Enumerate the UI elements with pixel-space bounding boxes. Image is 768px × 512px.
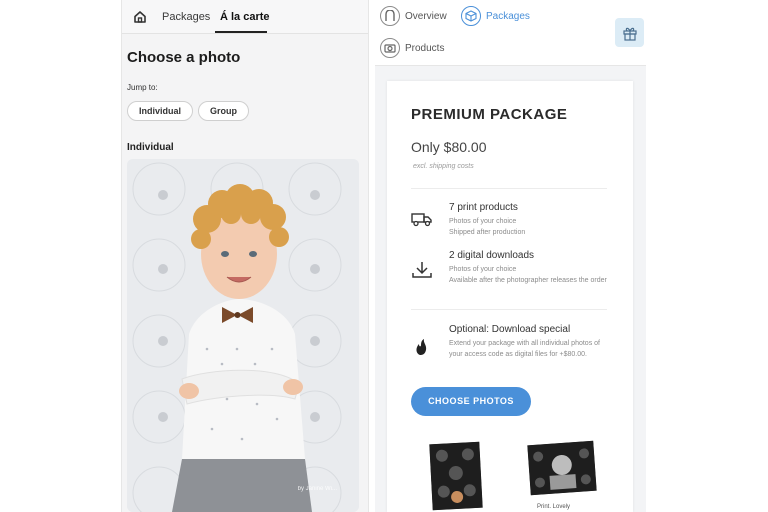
screenshot-stage: Packages Á la carte Choose a photo Jump …: [0, 0, 768, 512]
top-navigation: Overview Packages Products: [375, 0, 646, 66]
page-title: Choose a photo: [127, 49, 241, 66]
gift-button[interactable]: [615, 18, 644, 47]
download-icon: [412, 262, 432, 278]
child-photo-image: [127, 159, 359, 512]
nav-products[interactable]: Products: [380, 38, 444, 58]
section-heading: Individual: [127, 142, 174, 153]
choose-photos-button[interactable]: CHOOSE PHOTOS: [411, 387, 531, 416]
feature-desc-download-special: Extend your package with all individual …: [449, 340, 600, 358]
nav-products-label: Products: [405, 42, 445, 54]
feature-title-download-special: Optional: Download special: [449, 324, 571, 335]
film-strip-image: [429, 441, 483, 511]
jump-to-label: Jump to:: [127, 83, 158, 92]
gift-icon: [622, 27, 637, 41]
tab-a-la-carte[interactable]: Á la carte: [220, 11, 270, 23]
package-title: PREMIUM PACKAGE: [411, 106, 568, 123]
nav-packages-label: Packages: [486, 10, 530, 22]
nav-overview[interactable]: Overview: [380, 6, 447, 26]
feature-title-prints: 7 print products: [449, 202, 518, 213]
feature-desc-prints: Photos of your choice Shipped after prod…: [449, 218, 526, 236]
divider: [411, 309, 607, 310]
product-thumbnail: [429, 441, 483, 511]
product-thumbnail: [527, 440, 597, 496]
camera-icon: [380, 38, 400, 58]
feature-desc-downloads: Photos of your choice Available after th…: [449, 266, 607, 284]
tab-bar: Packages Á la carte: [122, 0, 368, 34]
film-strip-image: [527, 440, 597, 496]
thumbnail-caption: Print. Lovely: [537, 504, 571, 510]
overview-icon: [380, 6, 400, 26]
jump-group-button[interactable]: Group: [198, 101, 249, 121]
home-icon[interactable]: [132, 9, 148, 25]
photo-credit: by Janine Wi...: [297, 486, 337, 492]
package-card: PREMIUM PACKAGE Only $80.00 excl. shippi…: [387, 81, 633, 512]
child-photo[interactable]: by Janine Wi...: [127, 159, 359, 512]
package-price: Only $80.00: [411, 139, 487, 155]
nav-packages[interactable]: Packages: [461, 6, 530, 26]
jump-individual-button[interactable]: Individual: [127, 101, 193, 121]
divider: [411, 188, 607, 189]
package-panel: Overview Packages Products PREMIUM PACKA…: [375, 0, 646, 512]
tab-packages[interactable]: Packages: [162, 11, 210, 23]
active-tab-indicator: [215, 31, 267, 33]
shipping-note: excl. shipping costs: [413, 163, 474, 170]
truck-icon: [411, 213, 432, 227]
package-box-icon: [461, 6, 481, 26]
fire-icon: [416, 339, 427, 355]
nav-overview-label: Overview: [405, 10, 447, 22]
a-la-carte-panel: Packages Á la carte Choose a photo Jump …: [121, 0, 369, 512]
feature-title-downloads: 2 digital downloads: [449, 250, 535, 261]
